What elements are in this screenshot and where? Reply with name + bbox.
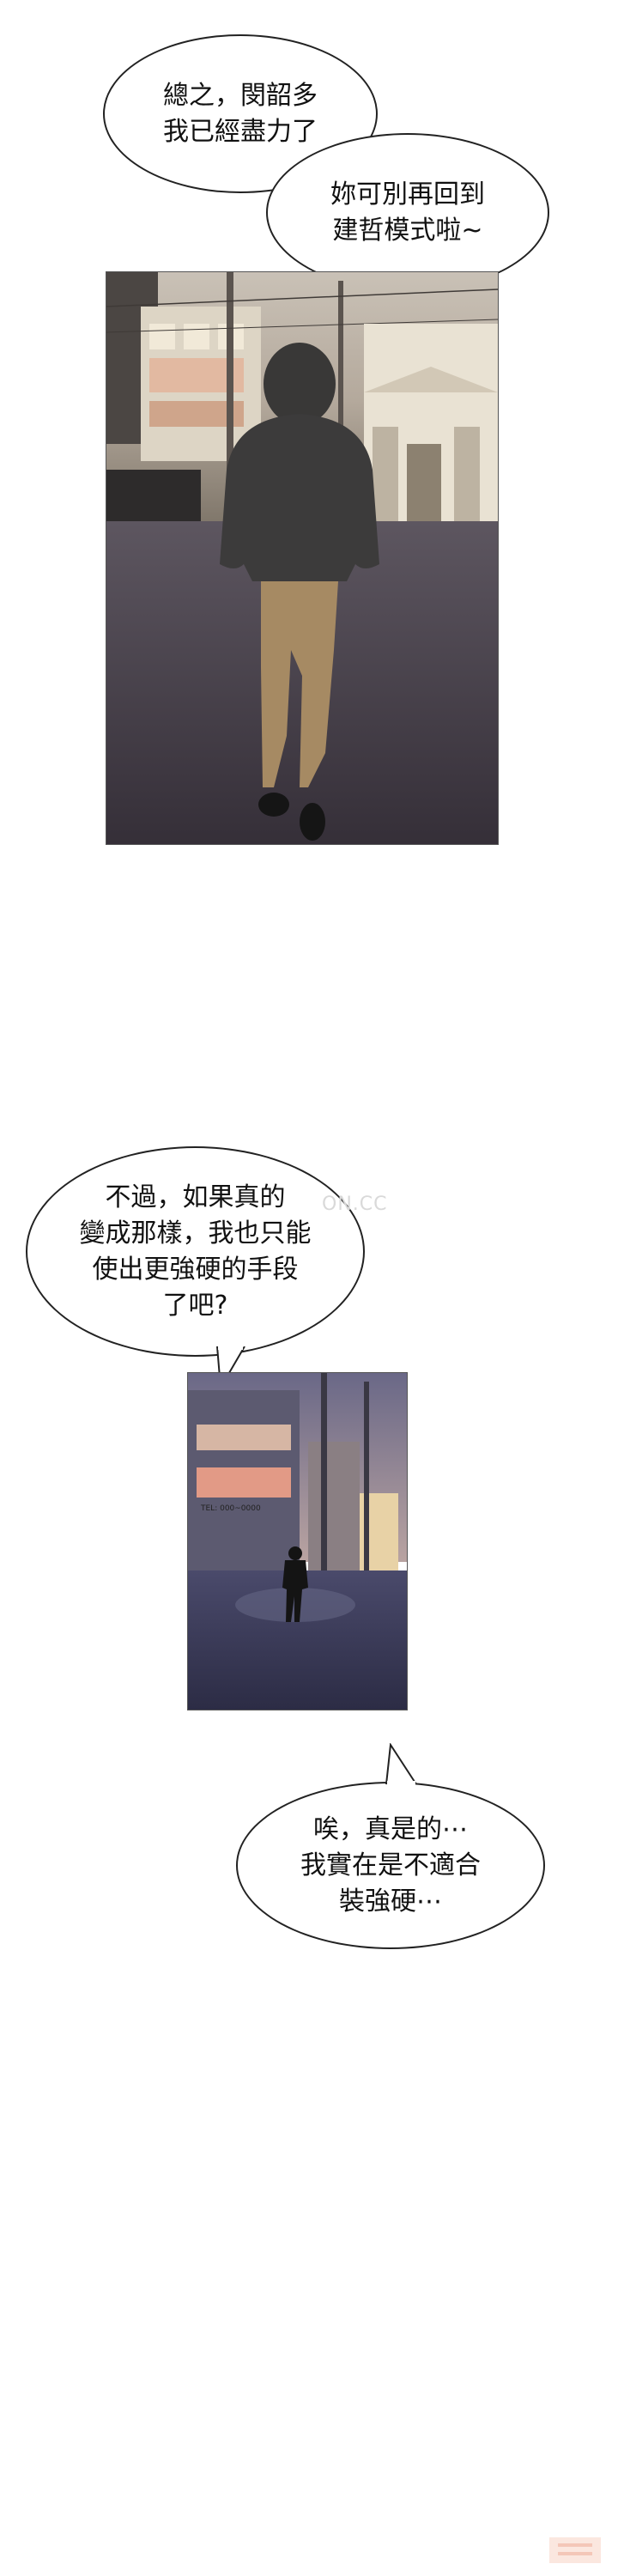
speech-bubble-2: 妳可別再回到 建哲模式啦~ [266,133,549,292]
street-scene-illustration [106,272,498,844]
speech-text-3: 不過，如果真的 變成那樣，我也只能 使出更強硬的手段 了吧? [79,1182,312,1321]
shop-phone-sign: TEL: 000~0000 [200,1504,261,1513]
speech-bubble-4: 唉，真是的⋯ 我實在是不適合 裝強硬⋯ [236,1782,545,1949]
speech-bubble-3: 不過，如果真的 變成那樣，我也只能 使出更強硬的手段 了吧? [26,1146,365,1357]
speech-text-1: 總之，閔韶多 我已經盡力了 [163,80,318,147]
panel-night-scene: TEL: 000~0000 [187,1372,408,1710]
panel-street-scene [106,271,499,845]
watermark-text: ON.CC [322,1194,388,1215]
speech-bubble-4-tail [385,1743,417,1786]
speech-text-2: 妳可別再回到 建哲模式啦~ [330,179,485,246]
night-scene-illustration: TEL: 000~0000 [188,1373,407,1710]
corner-decoration-icon [549,2537,601,2563]
speech-text-4: 唉，真是的⋯ 我實在是不適合 裝強硬⋯ [300,1814,481,1917]
